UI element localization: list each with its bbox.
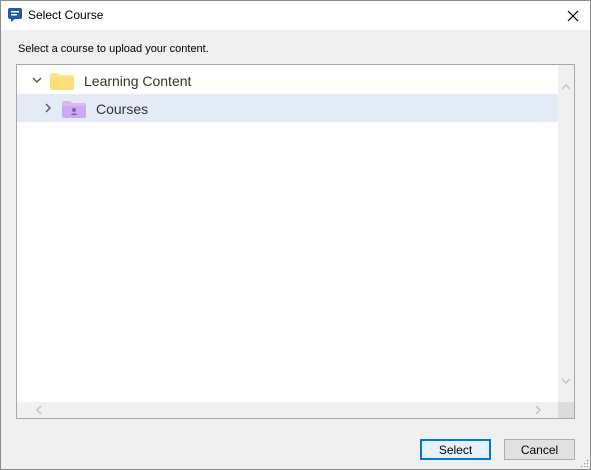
folder-icon [50,73,74,90]
vertical-scrollbar[interactable] [558,65,574,403]
close-button[interactable] [556,1,590,30]
title-bar[interactable]: Select Course [1,1,590,30]
instruction-text: Select a course to upload your content. [18,43,209,55]
cancel-button[interactable]: Cancel [504,439,575,460]
close-icon [567,10,579,21]
scrollbar-corner [558,402,574,418]
scroll-left-icon[interactable] [33,404,45,416]
course-tree[interactable]: Learning Content Courses [16,64,575,419]
scroll-right-icon[interactable] [532,404,544,416]
tree-item-learning-content[interactable]: Learning Content [17,66,559,94]
select-course-dialog: Select Course Select a course to upload … [0,0,591,470]
tree-item-label: Courses [96,101,149,117]
tree-item-label: Learning Content [84,73,192,89]
chevron-down-icon[interactable] [31,74,43,86]
tree-item-courses[interactable]: Courses [17,94,559,122]
resize-grip-icon[interactable] [579,458,589,468]
chevron-right-icon[interactable] [42,102,54,114]
scroll-up-icon[interactable] [560,81,572,93]
scroll-down-icon[interactable] [560,375,572,387]
select-button[interactable]: Select [420,439,491,460]
horizontal-scrollbar[interactable] [17,402,559,418]
app-icon [8,8,22,22]
course-folder-icon [62,101,86,118]
window-title: Select Course [28,8,104,22]
